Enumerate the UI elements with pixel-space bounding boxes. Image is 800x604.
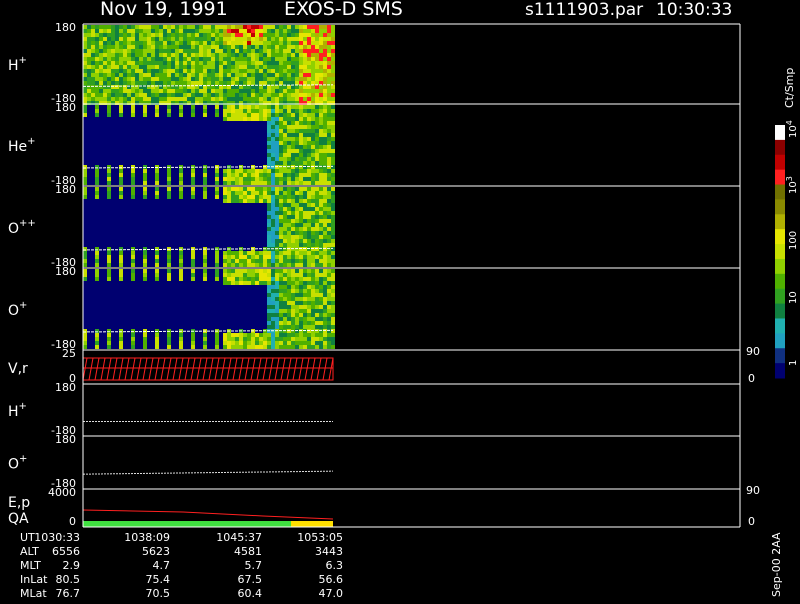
panel-o_plus_2: O+180-180	[8, 433, 741, 490]
colorbar-swatch	[775, 244, 785, 260]
panel-h_plus: H+180-180	[8, 21, 741, 105]
ephem-value: 3443	[315, 545, 343, 558]
colorbar-swatch	[775, 229, 785, 245]
panel-h_plus_2: H+180-180	[8, 381, 741, 437]
colorbar-tick: 100	[788, 231, 799, 250]
panel-label-ep_qa: E,p	[8, 495, 30, 511]
panel-label-h_plus: H+	[8, 55, 27, 74]
ephem-value: 80.5	[56, 573, 81, 586]
colorbar-tick: 1	[788, 360, 799, 366]
ephem-value: 1038:09	[124, 531, 170, 544]
colorbar-swatch	[775, 363, 785, 379]
ephem-label-ut: UT	[20, 531, 35, 544]
header-time: 10:30:33	[656, 0, 732, 20]
spectrogram-o_plusplus	[82, 187, 335, 267]
colorbar-swatch	[775, 154, 785, 171]
colorbar-swatch	[775, 258, 785, 275]
ephem-value: 1053:05	[297, 531, 343, 544]
ephem-value: 2.9	[63, 559, 81, 572]
colorbar-swatch	[775, 348, 785, 364]
colorbar-tick: 103	[785, 176, 799, 194]
panel-label-he_plus: He+	[8, 136, 36, 155]
ephem-value: 4581	[234, 545, 262, 558]
sms-plot: Nov 19, 1991 EXOS-D SMS s1111903.par 10:…	[0, 0, 800, 600]
ephem-value: 56.6	[319, 573, 344, 586]
panel-ep_qa: E,pQA 4000 0 90 0	[8, 484, 760, 528]
spectrogram-h_plus	[82, 25, 335, 105]
colorbar-swatch	[775, 333, 785, 349]
ephem-value: 4.7	[153, 559, 171, 572]
footer-note: Sep-00 2AA	[770, 532, 783, 597]
ytick-top-v_r: 25	[62, 347, 76, 360]
colorbar-swatch	[775, 184, 785, 200]
colorbar: 104 103 100 10 1	[775, 120, 799, 379]
ytick-bottom-ep_qa: 0	[69, 515, 76, 528]
panel-label-o_plusplus: O++	[8, 218, 36, 237]
right-tick-top-v_r: 90	[746, 345, 760, 358]
panels: H+180-180He+180-180O++180-180O+180-180V,…	[8, 21, 760, 528]
colorbar-swatch	[775, 214, 785, 230]
ytick-top-h_plus: 180	[55, 21, 76, 34]
colorbar-swatch	[775, 169, 785, 186]
panel-he_plus: He+180-180	[8, 101, 741, 187]
header-date: Nov 19, 1991	[100, 0, 228, 20]
ytick-top-ep_qa: 4000	[48, 486, 76, 499]
ephem-value: 5.7	[245, 559, 263, 572]
colorbar-swatch	[775, 303, 785, 319]
plot-canvas: Nov 19, 1991 EXOS-D SMS s1111903.par 10:…	[8, 0, 799, 600]
ytick-top-h_plus_2: 180	[55, 381, 76, 394]
right-tick-bottom-ep_qa: 0	[748, 515, 755, 528]
header-file: s1111903.par	[525, 0, 643, 20]
qa-segment-caution	[291, 521, 333, 527]
ytick-top-o_plusplus: 180	[55, 183, 76, 196]
panel-o_plus: O+180-180	[8, 265, 741, 351]
ephem-value: 6556	[52, 545, 80, 558]
colorbar-swatch	[775, 199, 785, 215]
ephem-label-alt: ALT	[20, 545, 39, 558]
ytick-top-o_plus: 180	[55, 265, 76, 278]
line-trace-o_plus_2	[82, 470, 334, 475]
ephem-value: 5623	[142, 545, 170, 558]
ytick-top-he_plus: 180	[55, 101, 76, 114]
colorbar-swatch	[775, 273, 785, 290]
ep-trace	[82, 509, 334, 527]
header-instrument: EXOS-D SMS	[284, 0, 403, 20]
colorbar-swatch	[775, 139, 785, 156]
panel-label-o_plus_2: O+	[8, 454, 27, 473]
ephem-label-mlt: MLT	[20, 559, 41, 572]
ephem-value: 70.5	[146, 587, 171, 600]
ephem-label-inlat: InLat	[20, 573, 48, 586]
panel-label-h_plus_2: H+	[8, 401, 27, 420]
colorbar-tick: 104	[785, 120, 799, 138]
right-tick-bottom-v_r: 0	[748, 372, 755, 385]
ephem-value: 1030:33	[34, 531, 80, 544]
spectrogram-o_plus	[82, 269, 335, 349]
ephemeris-table: UT 1030:33 1038:09 1045:37 1053:05 ALT 6556 562…	[20, 531, 343, 600]
colorbar-swatch	[775, 318, 785, 334]
panel-o_plusplus: O++180-180	[8, 183, 741, 269]
colorbar-tick: 10	[788, 291, 799, 304]
colorbar-swatch	[775, 288, 785, 305]
qa-segment-good	[83, 521, 291, 527]
panel-label-v_r: V,r	[8, 361, 28, 377]
spectrogram-he_plus	[82, 105, 335, 185]
panel-v_r: V,r250900	[8, 345, 760, 385]
ephem-value: 47.0	[319, 587, 344, 600]
ephem-value: 75.4	[146, 573, 171, 586]
ephem-label-mlat: MLat	[20, 587, 47, 600]
vr-trace	[82, 357, 334, 381]
ephem-value: 6.3	[326, 559, 344, 572]
ytick-top-o_plus_2: 180	[55, 433, 76, 446]
colorbar-swatch	[775, 125, 785, 141]
ephem-value: 60.4	[238, 587, 263, 600]
panel-label2-ep_qa: QA	[8, 511, 29, 527]
colorbar-unit: Ct/Smp	[783, 68, 796, 108]
right-tick-top-ep_qa: 90	[746, 484, 760, 497]
panel-label-o_plus: O+	[8, 300, 27, 319]
ephem-value: 76.7	[56, 587, 81, 600]
ephem-value: 1045:37	[216, 531, 262, 544]
ephem-value: 67.5	[238, 573, 263, 586]
